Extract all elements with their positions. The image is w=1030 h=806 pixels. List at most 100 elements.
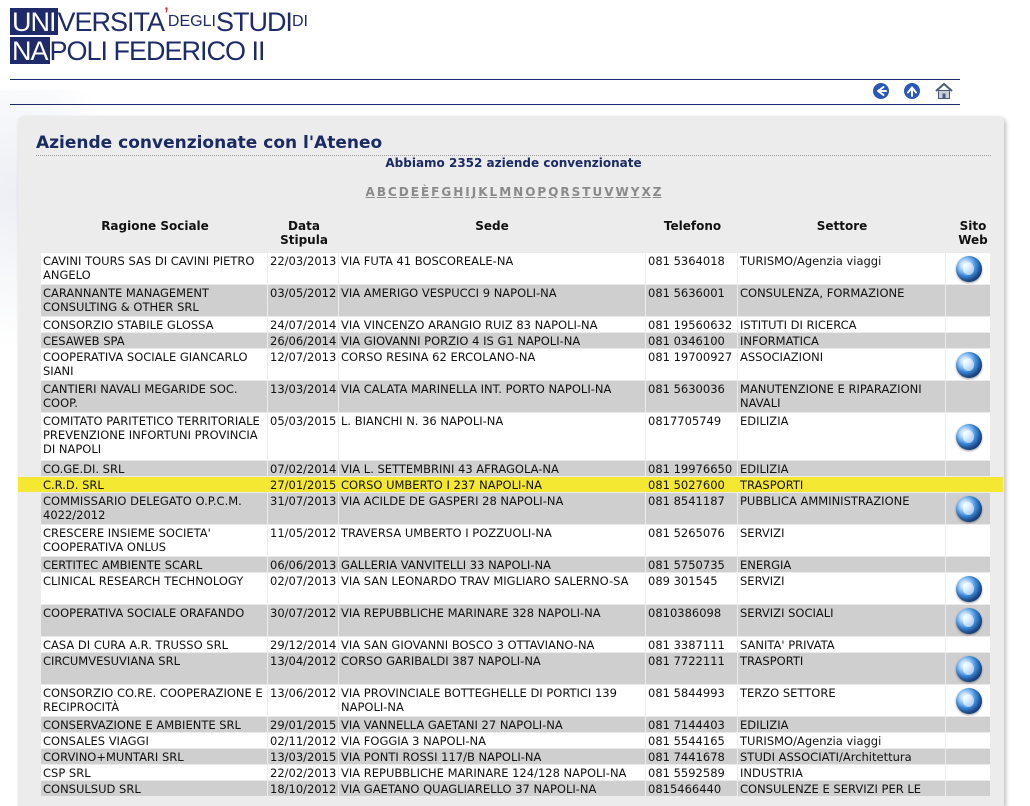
cell-ragione: CIRCUMVESUVIANA SRL: [41, 653, 267, 684]
globe-icon[interactable]: [956, 688, 982, 714]
letter-link-15[interactable]: O: [525, 185, 535, 199]
table-row[interactable]: CASA DI CURA A.R. TRUSSO SRL 29/12/2014 VI…: [41, 637, 991, 653]
letter-link-2[interactable]: C: [388, 185, 397, 199]
table-row[interactable]: CAVINI TOURS SAS DI CAVINI PIETRO ANGELO…: [41, 253, 991, 285]
globe-icon[interactable]: [956, 496, 982, 522]
letter-link-24[interactable]: Y: [631, 185, 640, 199]
cell-data: 02/11/2012: [268, 733, 338, 748]
cell-ragione: CERTITEC AMBIENTE SCARL: [41, 557, 267, 572]
cell-ragione: CAVINI TOURS SAS DI CAVINI PIETRO ANGELO: [41, 253, 267, 284]
letter-link-13[interactable]: M: [499, 185, 511, 199]
cell-sito-web: [946, 765, 990, 780]
letter-link-1[interactable]: B: [377, 185, 386, 199]
cell-data: 06/06/2013: [268, 557, 338, 572]
letter-link-14[interactable]: N: [513, 185, 523, 199]
letter-link-16[interactable]: P: [537, 185, 546, 199]
table-row[interactable]: CERTITEC AMBIENTE SCARL 06/06/2013 GALLERI…: [41, 557, 991, 573]
logo-box-uni: UNI: [10, 7, 58, 37]
table-row[interactable]: CRESCERE INSIEME SOCIETA' COOPERATIVA ON…: [41, 525, 991, 557]
table-row[interactable]: COMMISSARIO DELEGATO O.P.C.M. 4022/2012 3…: [41, 493, 991, 525]
cell-data: 26/06/2014: [268, 333, 338, 348]
letter-link-26[interactable]: Z: [653, 185, 662, 199]
letter-link-11[interactable]: K: [478, 185, 487, 199]
cell-data: 18/10/2012: [268, 781, 338, 796]
letter-link-9[interactable]: I: [465, 185, 469, 199]
arrow-up-icon[interactable]: [903, 82, 921, 100]
letter-link-19[interactable]: S: [572, 185, 581, 199]
letter-link-4[interactable]: E: [411, 185, 419, 199]
cell-settore: TRASPORTI: [740, 478, 804, 492]
letter-link-0[interactable]: A: [366, 185, 375, 199]
cell-sede: VIA L. SETTEMBRINI 43 AFRAGOLA-NA: [339, 461, 645, 476]
cell-settore: SERVIZI: [738, 525, 945, 556]
cell-data: 07/02/2014: [268, 461, 338, 476]
table-row[interactable]: CIRCUMVESUVIANA SRL 13/04/2012 CORSO GARIB…: [41, 653, 991, 685]
table-row[interactable]: COOPERATIVA SOCIALE GIANCARLO SIANI 12/07…: [41, 349, 991, 381]
globe-icon[interactable]: [956, 656, 982, 682]
table-row[interactable]: COOPERATIVA SOCIALE ORAFANDO 30/07/2012 VI…: [41, 605, 991, 637]
header-sede: Sede: [475, 219, 509, 233]
cell-data: 02/07/2013: [268, 573, 338, 604]
table-row[interactable]: CONSORZIO CO.RE. COOPERAZIONE E RECIPROC…: [41, 685, 991, 717]
letter-link-6[interactable]: F: [431, 185, 439, 199]
arrow-left-icon[interactable]: [872, 82, 890, 100]
letter-link-20[interactable]: T: [582, 185, 590, 199]
table-row[interactable]: CORVINO+MUNTARI SRL 13/03/2015 VIA PONTI R…: [41, 749, 991, 765]
cell-settore: INDUSTRIA: [738, 765, 945, 780]
cell-ragione: C.R.D. SRL: [43, 478, 104, 492]
letter-link-18[interactable]: R: [560, 185, 569, 199]
table-row[interactable]: CONSERVAZIONE E AMBIENTE SRL 29/01/2015 VI…: [41, 717, 991, 733]
cell-ragione: COMMISSARIO DELEGATO O.P.C.M. 4022/2012: [41, 493, 267, 524]
cell-tel: 081 5636001: [646, 285, 737, 316]
home-icon[interactable]: [934, 82, 953, 100]
table-row[interactable]: CONSALES VIAGGI 02/11/2012 VIA FOGGIA 3 NA…: [41, 733, 991, 749]
letter-link-21[interactable]: U: [592, 185, 602, 199]
letter-link-8[interactable]: H: [453, 185, 463, 199]
letter-link-12[interactable]: L: [490, 185, 498, 199]
cell-sito-web: [946, 381, 990, 412]
table-row[interactable]: CONSULSUD SRL 18/10/2012 VIA GAETANO QUAGL…: [41, 781, 991, 797]
table-row[interactable]: CONSORZIO STABILE GLOSSA 24/07/2014 VIA VI…: [41, 317, 991, 333]
globe-icon[interactable]: [956, 256, 982, 282]
globe-icon[interactable]: [956, 424, 982, 450]
header-settore: Settore: [816, 219, 868, 233]
letter-link-22[interactable]: V: [604, 185, 613, 199]
cell-data: 27/01/2015: [270, 478, 337, 492]
table-row[interactable]: CSP SRL 22/02/2013 VIA REPUBBLICHE MARINAR…: [41, 765, 991, 781]
table-row[interactable]: CANTIERI NAVALI MEGARIDE SOC. COOP. 13/03…: [41, 381, 991, 413]
cell-data: 30/07/2012: [268, 605, 338, 636]
header-sito-web: Sito Web: [948, 219, 998, 247]
cell-sito-web: [946, 653, 990, 684]
letter-link-3[interactable]: D: [399, 185, 409, 199]
letter-link-25[interactable]: X: [641, 185, 650, 199]
table-row[interactable]: CLINICAL RESEARCH TECHNOLOGY 02/07/2013 VI…: [41, 573, 991, 605]
university-logo[interactable]: UNIVERSITA’DEGLI STUDI DI NAPOLI FEDERIC…: [10, 3, 308, 66]
cell-data: 05/03/2015: [268, 413, 338, 460]
cell-ragione: CRESCERE INSIEME SOCIETA' COOPERATIVA ON…: [41, 525, 267, 556]
globe-icon[interactable]: [956, 576, 982, 602]
letter-link-23[interactable]: W: [616, 185, 629, 199]
cell-sito-web: [946, 525, 990, 556]
table-row[interactable]: CESAWEB SPA 26/06/2014 VIA GIOVANNI PORZIO…: [41, 333, 991, 349]
cell-settore: TERZO SETTORE: [738, 685, 945, 716]
cell-tel: 081 19700927: [646, 349, 737, 380]
cell-tel: 081 5592589: [646, 765, 737, 780]
logo-text-poli-federico: POLI FEDERICO II: [49, 36, 266, 66]
cell-ragione: CONSULSUD SRL: [41, 781, 267, 796]
letter-link-10[interactable]: J: [472, 185, 476, 199]
letter-link-7[interactable]: G: [441, 185, 451, 199]
table-row[interactable]: C.R.D. SRL 27/01/2015 CORSO UMBERTO I 237 …: [41, 477, 991, 493]
table-row[interactable]: CO.GE.DI. SRL 07/02/2014 VIA L. SETTEMBRIN…: [41, 461, 991, 477]
cell-sito-web: [946, 557, 990, 572]
cell-sito-web: [946, 685, 990, 716]
globe-icon[interactable]: [956, 352, 982, 378]
letter-link-17[interactable]: Q: [548, 185, 558, 199]
cell-settore: TURISMO/Agenzia viaggi: [738, 253, 945, 284]
globe-icon[interactable]: [956, 608, 982, 634]
cell-settore: INFORMATICA: [738, 333, 945, 348]
cell-settore: STUDI ASSOCIATI/Architettura: [738, 749, 945, 764]
table-row[interactable]: CARANNANTE MANAGEMENT CONSULTING & OTHER…: [41, 285, 991, 317]
letter-link-5[interactable]: È: [421, 185, 429, 199]
cell-settore: EDILIZIA: [738, 461, 945, 476]
table-row[interactable]: COMITATO PARITETICO TERRITORIALE PREVENZ…: [41, 413, 991, 461]
